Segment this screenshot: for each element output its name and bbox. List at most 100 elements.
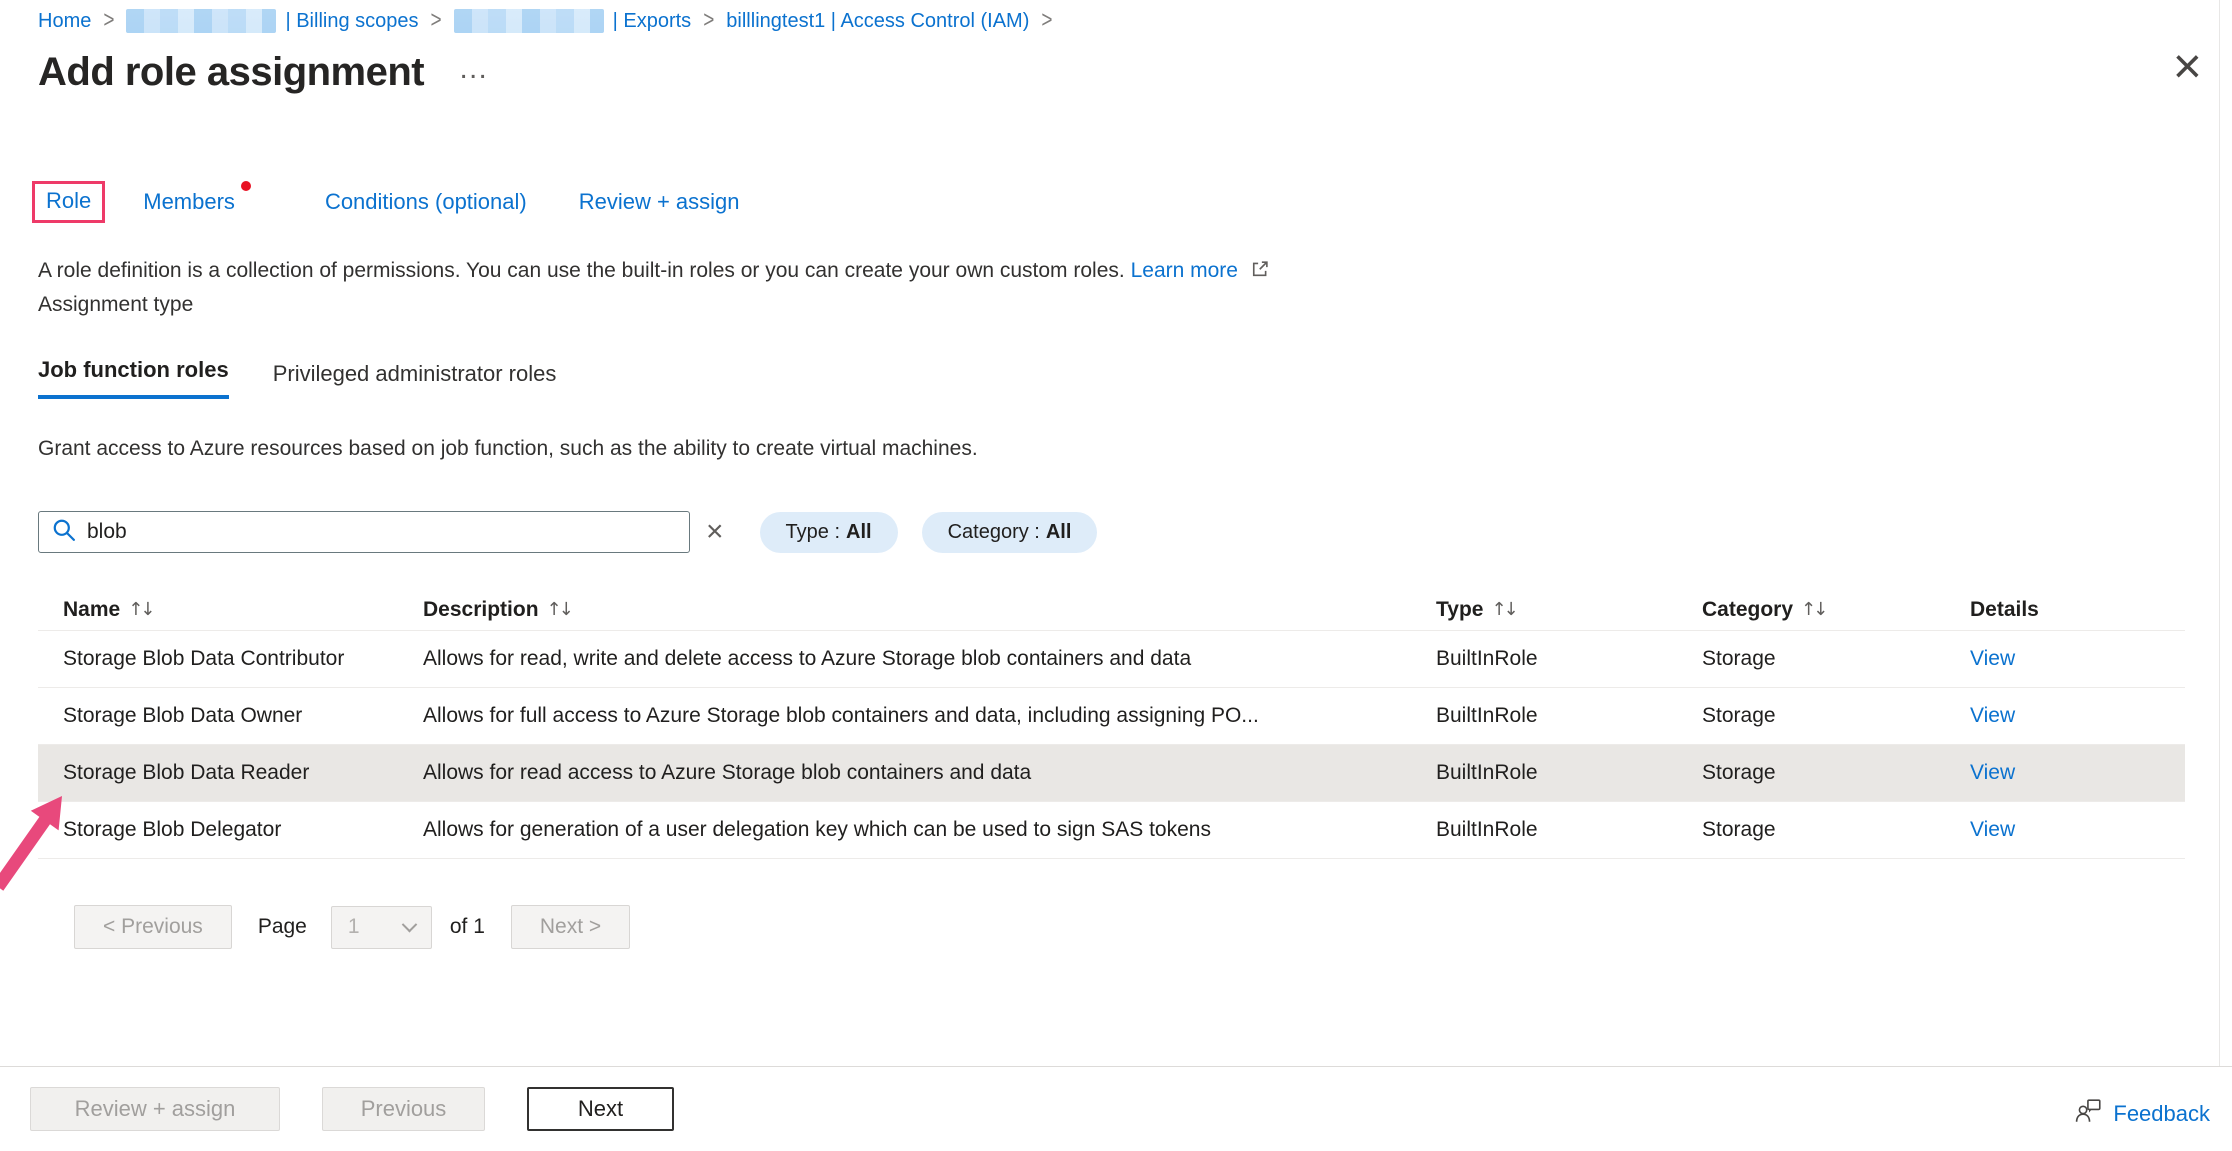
breadcrumb-exports-link[interactable]: | Exports <box>613 10 692 33</box>
table-row[interactable]: Storage Blob Data Contributor Allows for… <box>38 631 2185 688</box>
pivot-tabs: Role Members Conditions (optional) Revie… <box>38 181 2185 223</box>
review-assign-button[interactable]: Review + assign <box>30 1087 280 1131</box>
breadcrumb-separator: > <box>103 7 114 35</box>
grant-access-description: Grant access to Azure resources based on… <box>38 437 2185 461</box>
type-filter-value: All <box>846 521 872 543</box>
external-link-icon <box>1250 257 1270 289</box>
sort-icon: ↑↓ <box>1801 599 1825 620</box>
table-row[interactable]: Storage Blob Data Owner Allows for full … <box>38 688 2185 745</box>
breadcrumb-home-link[interactable]: Home <box>38 10 91 33</box>
category-filter-label: Category : <box>948 521 1040 543</box>
role-description: Allows for read, write and delete access… <box>423 647 1436 671</box>
category-filter-value: All <box>1046 521 1072 543</box>
role-name: Storage Blob Data Contributor <box>38 647 423 671</box>
column-header-name[interactable]: Name ↑↓ <box>38 598 423 622</box>
next-page-button[interactable]: Next > <box>511 905 630 949</box>
close-icon[interactable]: × <box>2173 44 2202 88</box>
feedback-control[interactable]: Feedback <box>2075 1098 2210 1129</box>
breadcrumb-access-control-link[interactable]: billlingtest1 | Access Control (IAM) <box>726 10 1029 33</box>
view-details-link[interactable]: View <box>1970 761 2015 784</box>
clear-search-icon[interactable]: × <box>706 517 724 547</box>
role-search-box[interactable] <box>38 511 690 553</box>
page-number-value: 1 <box>348 915 360 939</box>
breadcrumb-separator: > <box>703 7 714 35</box>
sort-icon: ↑↓ <box>1491 599 1515 620</box>
pagination: < Previous Page 1 of 1 Next > <box>74 905 2185 949</box>
type-filter[interactable]: Type : All <box>760 512 898 553</box>
column-header-description-label: Description <box>423 598 539 622</box>
role-definition-text: A role definition is a collection of per… <box>38 259 1125 282</box>
tab-conditions-label: Conditions (optional) <box>325 189 527 214</box>
panel-edge-divider <box>2219 0 2220 1151</box>
role-type: BuiltInRole <box>1436 761 1702 785</box>
tab-job-function-roles[interactable]: Job function roles <box>38 357 229 399</box>
assignment-type-label: Assignment type <box>38 289 2185 321</box>
redacted-scope-name <box>126 9 276 33</box>
search-filter-bar: × Type : All Category : All <box>38 511 2185 553</box>
page-label: Page <box>258 915 307 939</box>
view-details-link[interactable]: View <box>1970 647 2015 670</box>
breadcrumb: Home > | Billing scopes > | Exports > bi… <box>38 6 2185 36</box>
table-row[interactable]: Storage Blob Delegator Allows for genera… <box>38 802 2185 859</box>
column-header-name-label: Name <box>63 598 120 622</box>
next-button[interactable]: Next <box>527 1087 674 1131</box>
tab-conditions[interactable]: Conditions (optional) <box>325 189 527 215</box>
sort-icon: ↑↓ <box>547 599 571 620</box>
redacted-account-name <box>454 9 604 33</box>
previous-button[interactable]: Previous <box>322 1087 485 1131</box>
role-name: Storage Blob Delegator <box>38 818 423 842</box>
column-header-category[interactable]: Category ↑↓ <box>1702 598 1970 622</box>
breadcrumb-separator: > <box>431 7 442 35</box>
type-filter-label: Type : <box>786 521 840 543</box>
role-type-tabs: Job function roles Privileged administra… <box>38 357 2185 399</box>
search-input[interactable] <box>87 520 677 544</box>
search-icon <box>51 517 77 548</box>
category-filter[interactable]: Category : All <box>922 512 1098 553</box>
column-header-details-label: Details <box>1970 598 2039 622</box>
page-header: Add role assignment … <box>38 50 2185 95</box>
column-header-type[interactable]: Type ↑↓ <box>1436 598 1702 622</box>
breadcrumb-billing-scopes-link[interactable]: | Billing scopes <box>285 10 418 33</box>
role-description: Allows for generation of a user delegati… <box>423 818 1436 842</box>
column-header-category-label: Category <box>1702 598 1793 622</box>
tab-review-assign[interactable]: Review + assign <box>579 189 740 215</box>
tab-review-assign-label: Review + assign <box>579 189 740 214</box>
column-header-description[interactable]: Description ↑↓ <box>423 598 1436 622</box>
role-type: BuiltInRole <box>1436 647 1702 671</box>
page-number-select[interactable]: 1 <box>331 906 432 949</box>
role-type: BuiltInRole <box>1436 818 1702 842</box>
breadcrumb-separator: > <box>1041 7 1052 35</box>
role-category: Storage <box>1702 761 1970 785</box>
page-title: Add role assignment <box>38 50 424 95</box>
chevron-down-icon <box>402 916 418 932</box>
add-role-assignment-panel: Home > | Billing scopes > | Exports > bi… <box>0 0 2232 1151</box>
sort-icon: ↑↓ <box>128 599 152 620</box>
learn-more-link[interactable]: Learn more <box>1131 259 1238 282</box>
roles-table: Name ↑↓ Description ↑↓ Type ↑↓ Category … <box>38 589 2185 859</box>
role-category: Storage <box>1702 818 1970 842</box>
tab-members-label: Members <box>143 189 235 214</box>
role-category: Storage <box>1702 704 1970 728</box>
annotation-arrow <box>0 782 78 894</box>
view-details-link[interactable]: View <box>1970 704 2015 727</box>
tab-members[interactable]: Members <box>143 189 251 215</box>
column-header-details: Details <box>1970 598 2185 622</box>
context-menu-button[interactable]: … <box>458 64 488 74</box>
role-name: Storage Blob Data Owner <box>38 704 423 728</box>
feedback-icon <box>2075 1098 2103 1129</box>
feedback-link[interactable]: Feedback <box>2113 1101 2210 1127</box>
members-alert-dot <box>241 181 251 191</box>
role-description: Allows for read access to Azure Storage … <box>423 761 1436 785</box>
page-of-label: of 1 <box>450 915 485 939</box>
table-header-row: Name ↑↓ Description ↑↓ Type ↑↓ Category … <box>38 589 2185 631</box>
role-definition-description: A role definition is a collection of per… <box>38 255 2185 289</box>
role-description: Allows for full access to Azure Storage … <box>423 704 1436 728</box>
tab-role[interactable]: Role <box>32 181 105 223</box>
tab-role-label: Role <box>46 188 91 213</box>
previous-page-button[interactable]: < Previous <box>74 905 232 949</box>
tab-privileged-administrator-roles[interactable]: Privileged administrator roles <box>273 361 557 399</box>
role-category: Storage <box>1702 647 1970 671</box>
table-row-selected[interactable]: Storage Blob Data Reader Allows for read… <box>38 745 2185 802</box>
role-name: Storage Blob Data Reader <box>38 761 423 785</box>
view-details-link[interactable]: View <box>1970 818 2015 841</box>
